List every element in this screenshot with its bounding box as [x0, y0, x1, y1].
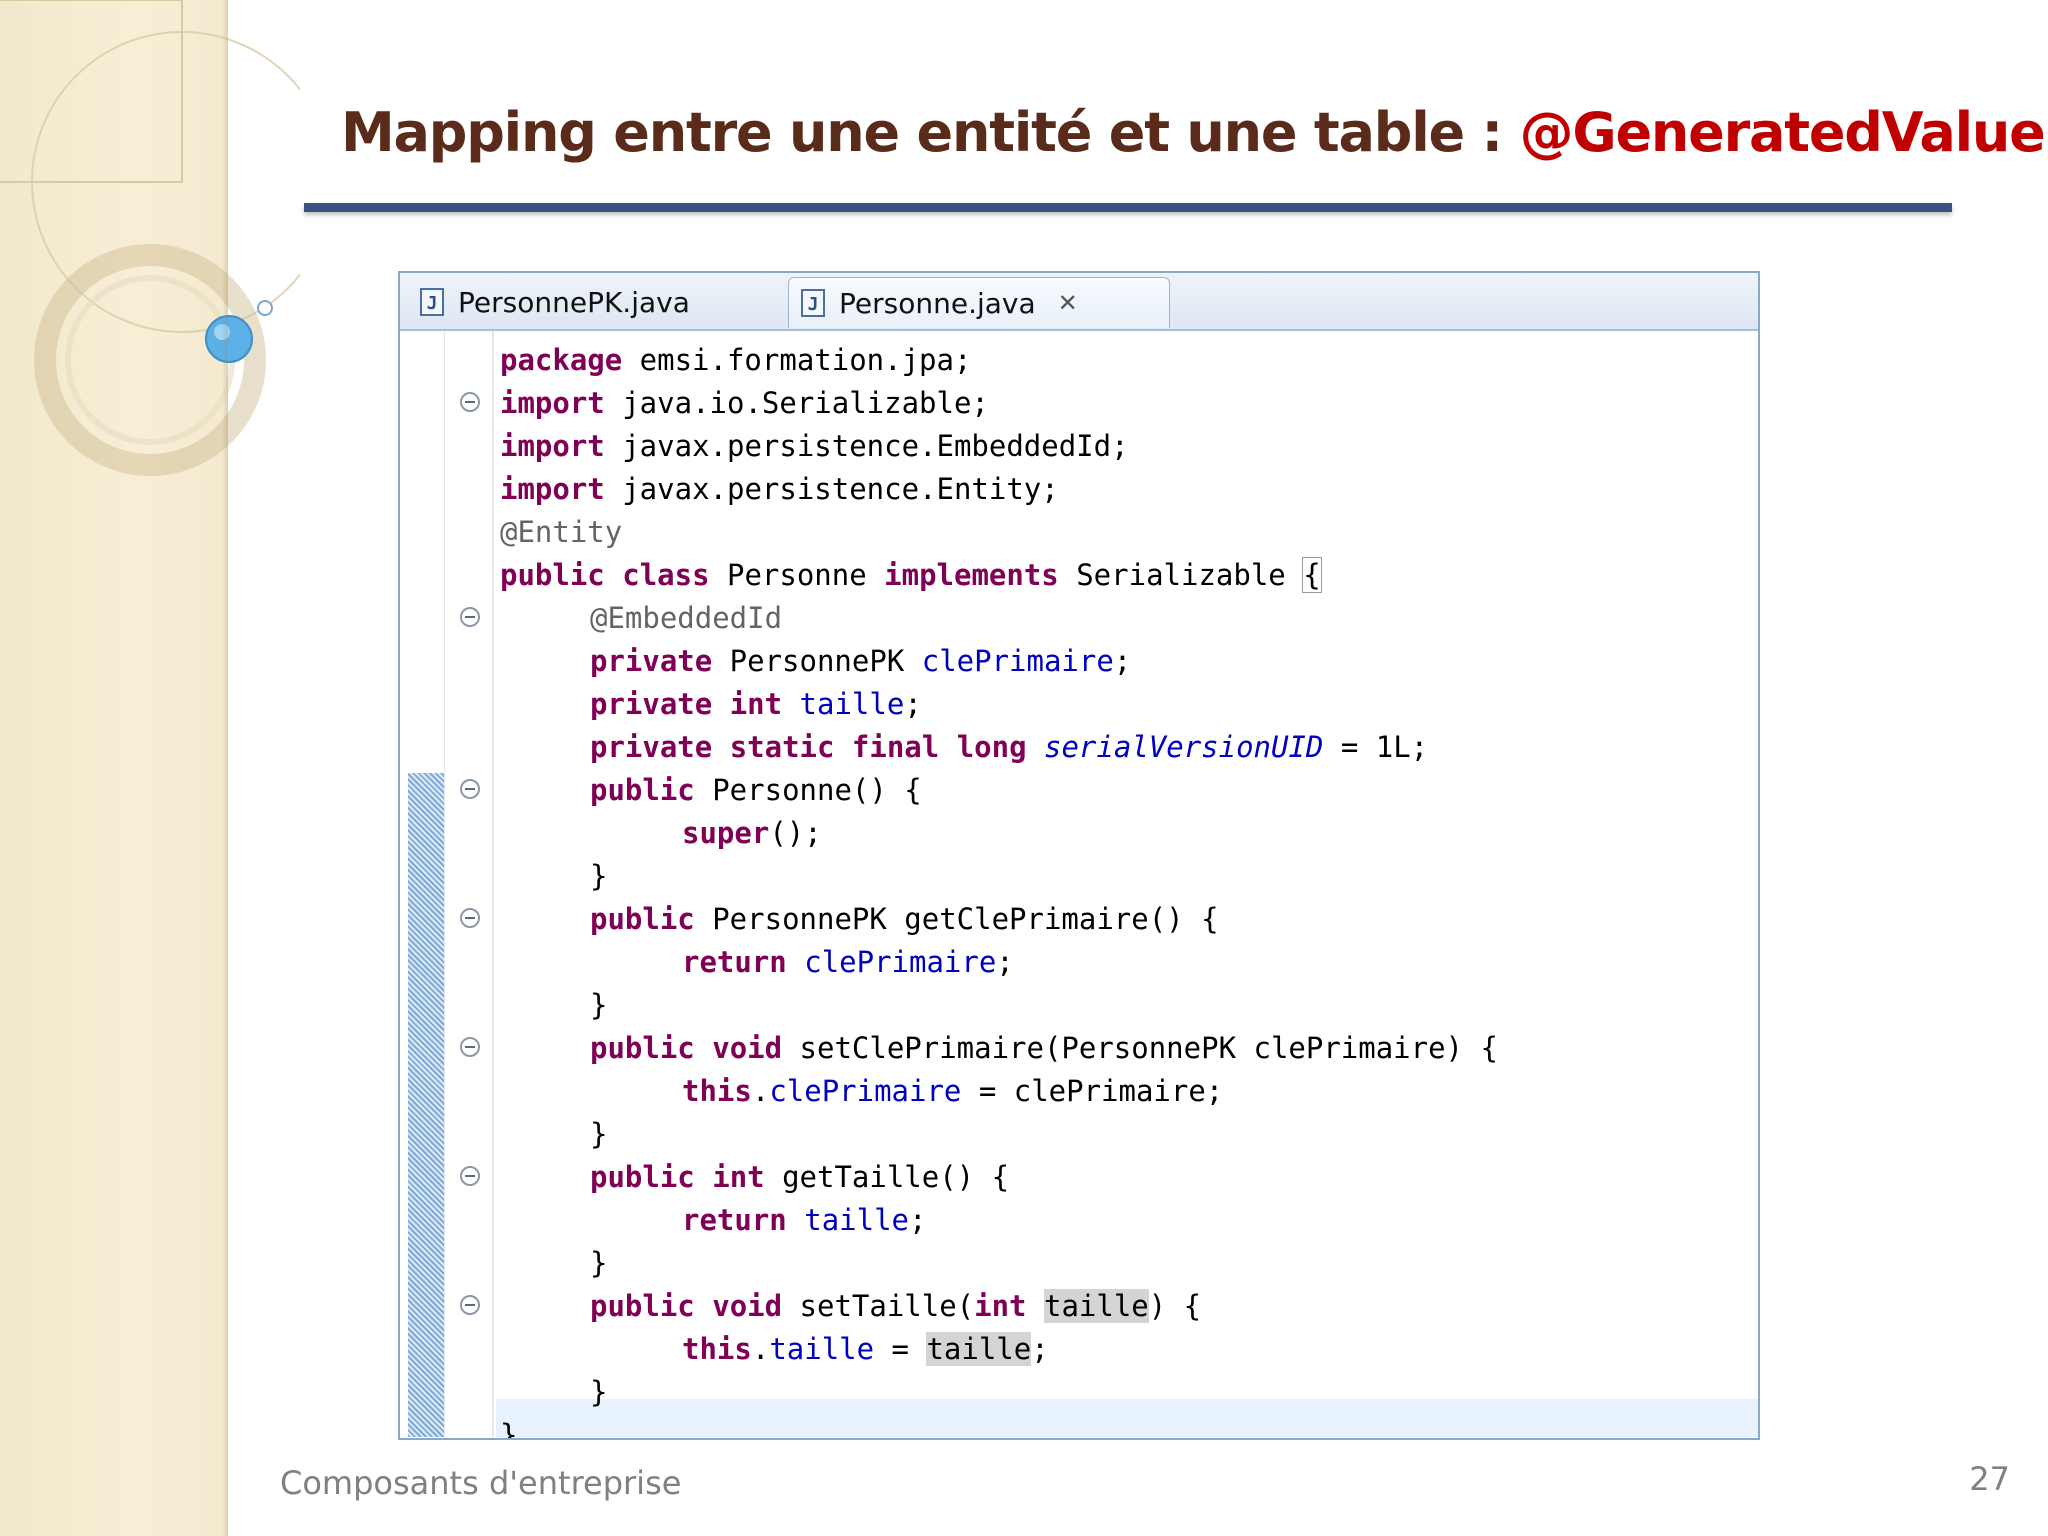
code-text: public Personne() {: [590, 773, 922, 807]
left-decorative-band: [0, 0, 300, 1536]
code-text: import javax.persistence.EmbeddedId;: [500, 429, 1129, 463]
code-line: import java.io.Serializable;: [400, 382, 1758, 425]
code-text: public void setTaille(int taille) {: [590, 1289, 1202, 1323]
page-number: 27: [1969, 1460, 2010, 1498]
code-line: }: [400, 984, 1758, 1027]
code-text: return clePrimaire;: [682, 945, 1014, 979]
code-line: @EmbeddedId: [400, 597, 1758, 640]
editor-tab-bar: J PersonnePK.java J Personne.java ✕: [400, 273, 1758, 331]
code-line: public Personne() {: [400, 769, 1758, 812]
code-text: }: [590, 1246, 608, 1280]
code-text: import javax.persistence.Entity;: [500, 472, 1059, 506]
tab-label: PersonnePK.java: [458, 285, 690, 319]
slide-title: Mapping entre une entité et une table : …: [341, 96, 2046, 170]
tab-personnepk-java[interactable]: J PersonnePK.java: [408, 277, 780, 327]
code-line: public PersonnePK getClePrimaire() {: [400, 898, 1758, 941]
code-text: this.clePrimaire = clePrimaire;: [682, 1074, 1224, 1108]
code-line: public class Personne implements Seriali…: [400, 554, 1758, 597]
code-text: @Entity: [500, 515, 623, 549]
code-editor-window: J PersonnePK.java J Personne.java ✕ pack…: [398, 271, 1760, 1440]
java-file-icon: J: [420, 288, 444, 316]
code-text: public int getTaille() {: [590, 1160, 1010, 1194]
decorative-circles: [0, 0, 300, 476]
code-text: private PersonnePK clePrimaire;: [590, 644, 1132, 678]
code-text: public void setClePrimaire(PersonnePK cl…: [590, 1031, 1498, 1065]
code-line: }: [400, 1414, 1758, 1440]
code-text: public class Personne implements Seriali…: [500, 557, 1322, 593]
code-text: super();: [682, 816, 822, 850]
code-line: public void setClePrimaire(PersonnePK cl…: [400, 1027, 1758, 1070]
close-icon[interactable]: ✕: [1058, 289, 1078, 317]
title-underline: [304, 203, 1952, 212]
tab-label: Personne.java: [839, 286, 1036, 320]
fold-collapse-icon[interactable]: [460, 908, 480, 928]
code-text: }: [500, 1418, 518, 1440]
code-line: package emsi.formation.jpa;: [400, 339, 1758, 382]
code-line: }: [400, 855, 1758, 898]
fold-collapse-icon[interactable]: [460, 1295, 480, 1315]
slide-title-accent: @GeneratedValue: [1519, 101, 2046, 164]
code-line: }: [400, 1371, 1758, 1414]
code-text: package emsi.formation.jpa;: [500, 343, 972, 377]
code-text: private static final long serialVersionU…: [590, 730, 1429, 764]
code-line: import javax.persistence.Entity;: [400, 468, 1758, 511]
code-line: }: [400, 1113, 1758, 1156]
code-line: @Entity: [400, 511, 1758, 554]
code-text: return taille;: [682, 1203, 927, 1237]
code-text: public PersonnePK getClePrimaire() {: [590, 902, 1219, 936]
footer-text: Composants d'entreprise: [280, 1464, 682, 1502]
code-line: private int taille;: [400, 683, 1758, 726]
code-line: this.taille = taille;: [400, 1328, 1758, 1371]
code-text: }: [590, 859, 608, 893]
code-text: }: [590, 1375, 608, 1409]
code-line: public void setTaille(int taille) {: [400, 1285, 1758, 1328]
fold-collapse-icon[interactable]: [460, 607, 480, 627]
code-line: super();: [400, 812, 1758, 855]
code-line: public int getTaille() {: [400, 1156, 1758, 1199]
tab-personne-java[interactable]: J Personne.java ✕: [788, 277, 1170, 328]
code-text: import java.io.Serializable;: [500, 386, 989, 420]
code-line: this.clePrimaire = clePrimaire;: [400, 1070, 1758, 1113]
code-line: private PersonnePK clePrimaire;: [400, 640, 1758, 683]
code-line: private static final long serialVersionU…: [400, 726, 1758, 769]
slide-title-main: Mapping entre une entité et une table :: [341, 101, 1520, 164]
java-file-icon: J: [801, 289, 825, 317]
code-text: }: [590, 988, 608, 1022]
fold-collapse-icon[interactable]: [460, 392, 480, 412]
code-line: import javax.persistence.EmbeddedId;: [400, 425, 1758, 468]
fold-collapse-icon[interactable]: [460, 1037, 480, 1057]
fold-collapse-icon[interactable]: [460, 779, 480, 799]
fold-collapse-icon[interactable]: [460, 1166, 480, 1186]
code-line: }: [400, 1242, 1758, 1285]
code-line: return taille;: [400, 1199, 1758, 1242]
code-text: this.taille = taille;: [682, 1332, 1049, 1366]
code-line: return clePrimaire;: [400, 941, 1758, 984]
code-text: private int taille;: [590, 687, 922, 721]
code-text: }: [590, 1117, 608, 1151]
code-text: @EmbeddedId: [590, 601, 783, 635]
